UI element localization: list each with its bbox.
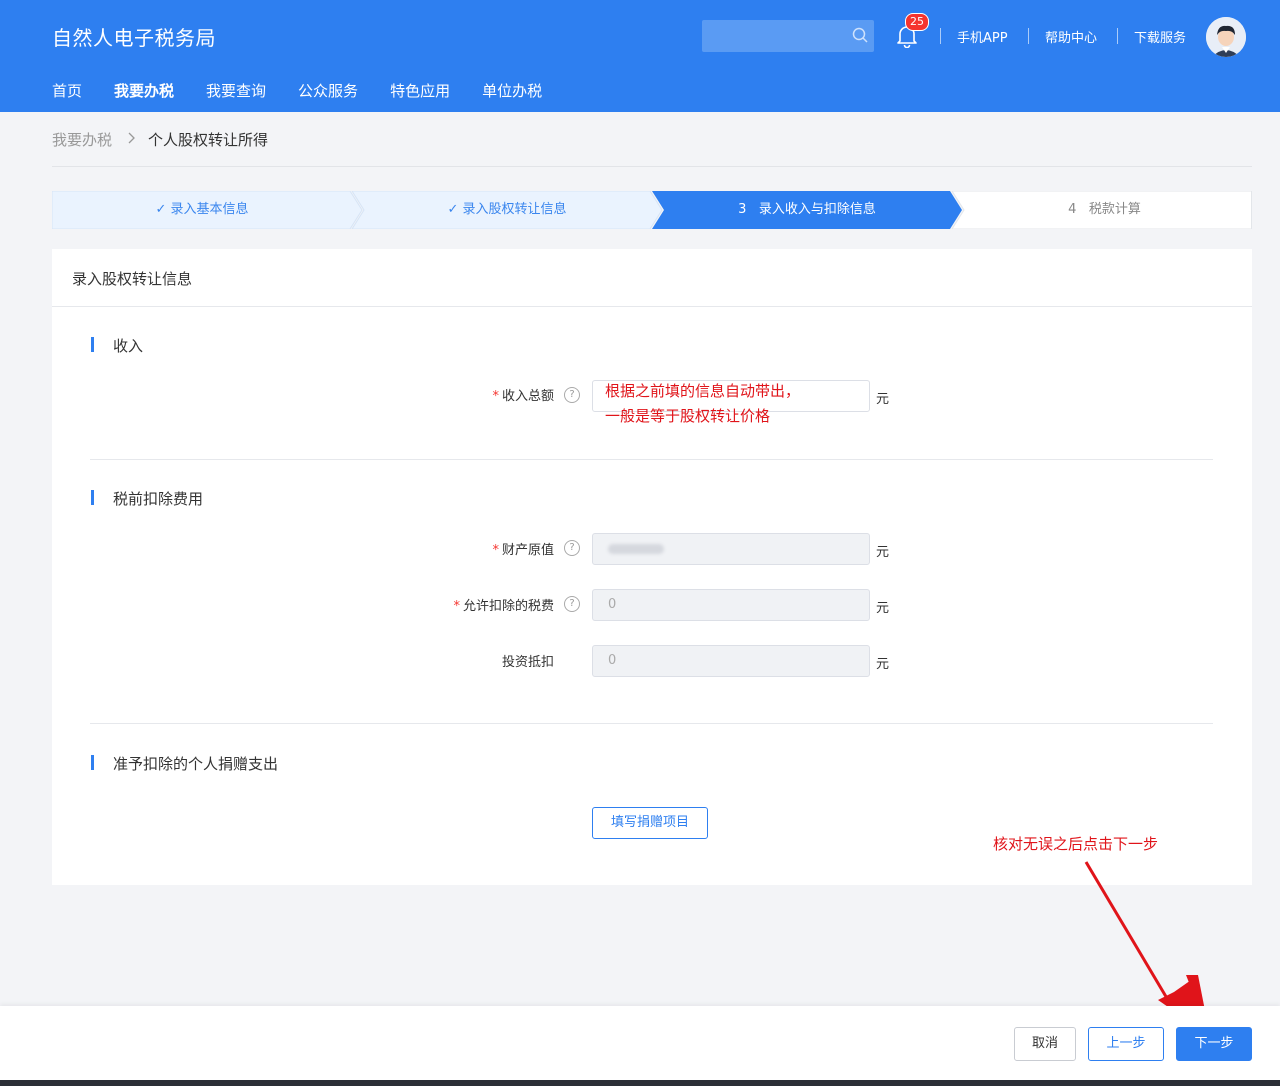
section-divider [90,459,1213,460]
check-icon: ✓ [155,202,167,217]
form-card: 录入股权转让信息 收入 * 收入总额 ? 元 税前扣除费用 * 财产原值 ? 元 *… [52,249,1252,885]
annotation-line: 根据之前填的信息自动带出， [605,382,801,400]
search-input[interactable] [702,20,874,52]
header-divider [1117,28,1118,44]
link-download-service[interactable]: 下载服务 [1134,27,1186,46]
step-3-label: 录入收入与扣除信息 [758,202,876,217]
user-avatar[interactable] [1206,17,1246,57]
help-icon[interactable]: ? [564,387,580,403]
required-mark: * [453,599,460,614]
link-help-center[interactable]: 帮助中心 [1045,27,1097,46]
nav-public-service[interactable]: 公众服务 [298,80,358,101]
unit-label: 元 [876,657,890,672]
step-4: 4 税款计算 [957,191,1252,229]
step-2-label: 录入股权转让信息 [462,202,567,217]
annotation-line: 一般是等于股权转让价格 [605,407,771,425]
nav-query[interactable]: 我要查询 [206,80,266,101]
nav-special-apps[interactable]: 特色应用 [390,80,450,101]
label-total-income: * 收入总额 [492,389,554,404]
section-marker [91,337,94,352]
avatar-icon [1206,17,1246,57]
help-icon[interactable]: ? [564,596,580,612]
annotation-income-note: 根据之前填的信息自动带出， 一般是等于股权转让价格 [605,379,800,429]
notification-badge: 25 [905,13,929,31]
step-1: ✓ 录入基本信息 [52,191,352,229]
window-bottom-edge [0,1080,1280,1086]
top-header: 自然人电子税务局 25 手机APP 帮助中心 下载服务 首页 我要办税 我要查询… [0,0,1280,112]
label-property-original-value: * 财产原值 [492,543,554,558]
section-title-donation: 准予扣除的个人捐赠支出 [113,755,279,773]
annotation-next-note: 核对无误之后点击下一步 [993,835,1159,853]
breadcrumb-current: 个人股权转让所得 [148,131,269,149]
step-progress: ✓ 录入基本信息 ✓ 录入股权转让信息 3 录入收入与扣除信息 4 税款计算 [52,191,1252,229]
breadcrumb: 我要办税 个人股权转让所得 [52,129,268,150]
step-2: ✓ 录入股权转让信息 [357,191,657,229]
unit-label: 元 [876,601,890,616]
breadcrumb-parent[interactable]: 我要办税 [52,129,112,150]
label-investment-credit: 投资抵扣 [501,655,554,670]
unit-label: 元 [876,545,890,560]
card-divider [52,306,1252,307]
breadcrumb-divider [52,166,1252,167]
cancel-button[interactable]: 取消 [1014,1027,1076,1061]
step-4-label: 税款计算 [1088,202,1141,217]
header-divider [1028,28,1029,44]
investment-credit-input: 0 [592,645,870,677]
required-mark: * [492,389,499,404]
header-divider [940,28,941,44]
card-title: 录入股权转让信息 [72,270,193,288]
nav-tax-handling[interactable]: 我要办税 [114,80,174,101]
section-divider [90,723,1213,724]
deductible-taxes-input: 0 [592,589,870,621]
step-3-number: 3 [738,202,747,217]
blurred-value [608,544,664,554]
next-step-button[interactable]: 下一步 [1176,1027,1252,1061]
section-title-deduction: 税前扣除费用 [113,490,204,508]
check-icon: ✓ [447,202,459,217]
nav-home[interactable]: 首页 [52,80,82,101]
fill-donation-button[interactable]: 填写捐赠项目 [592,807,708,839]
previous-step-button[interactable]: 上一步 [1088,1027,1164,1061]
search-icon[interactable] [852,27,868,43]
required-mark: * [492,543,499,558]
main-nav: 首页 我要办税 我要查询 公众服务 特色应用 单位办税 [52,80,574,101]
property-original-value-input [592,533,870,565]
link-mobile-app[interactable]: 手机APP [957,27,1008,46]
help-icon[interactable]: ? [564,540,580,556]
site-brand[interactable]: 自然人电子税务局 [52,22,216,51]
unit-label: 元 [876,392,890,407]
step-3: 3 录入收入与扣除信息 [657,191,957,229]
section-marker [91,755,94,770]
label-deductible-taxes: * 允许扣除的税费 [453,599,554,614]
section-title-income: 收入 [113,337,144,355]
nav-unit-tax[interactable]: 单位办税 [482,80,542,101]
step-1-label: 录入基本信息 [170,202,249,217]
step-4-number: 4 [1068,202,1077,217]
section-marker [91,490,94,505]
chevron-right-icon [128,132,136,148]
